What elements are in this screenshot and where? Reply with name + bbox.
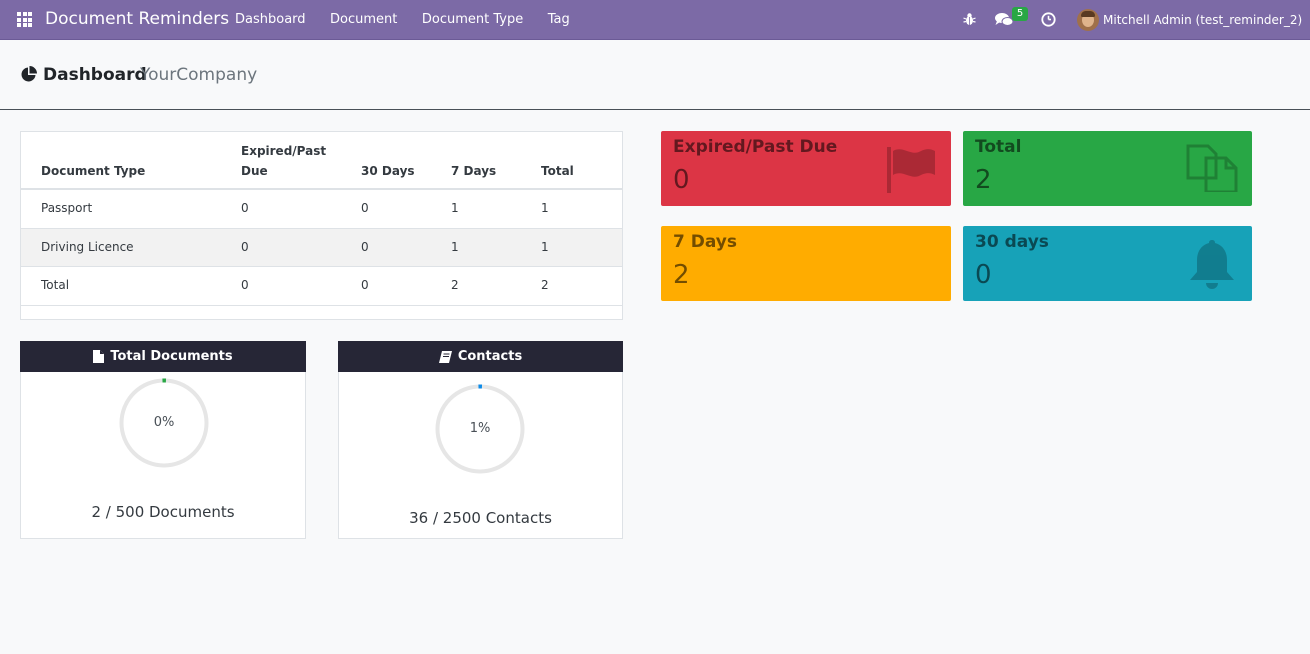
page-title: Dashboard (43, 65, 147, 85)
tile-label: Expired/Past Due (673, 137, 838, 157)
book-icon (438, 350, 452, 363)
card-title: Contacts (457, 349, 523, 364)
documents-count: 2 / 500 Documents (91, 503, 235, 521)
cell-expired: 0 (241, 278, 249, 292)
cell-expired: 0 (241, 239, 249, 254)
menu-item-dashboard[interactable]: Dashboard (235, 12, 306, 27)
top-navbar: Document Reminders Dashboard Document Do… (0, 0, 1310, 40)
table-row[interactable]: Driving Licence 0 0 1 1 (21, 228, 622, 267)
table-row[interactable]: Passport 0 0 1 1 (21, 190, 622, 229)
header-total: Total (541, 164, 574, 178)
cell-30-days: 0 (361, 239, 369, 254)
table-total-row: Total 0 0 2 2 (21, 267, 622, 306)
tile-label: 30 days (975, 232, 1049, 252)
app-brand[interactable]: Document Reminders (45, 9, 229, 29)
company-name: YourCompany (140, 65, 258, 85)
copy-icon (1186, 144, 1238, 192)
header-7-days: 7 Days (451, 164, 497, 178)
tile-value: 2 (975, 165, 992, 195)
seven-days-tile[interactable]: 7 Days 2 (661, 226, 951, 301)
card-title: Total Documents (110, 349, 233, 364)
apps-menu-icon[interactable] (17, 12, 32, 27)
tile-label: 7 Days (673, 232, 738, 252)
cell-document-type: Total (41, 278, 70, 292)
cell-30-days: 0 (361, 278, 369, 292)
documents-percent: 0% (153, 415, 175, 430)
total-tile[interactable]: Total 2 (963, 131, 1252, 206)
chat-icon[interactable] (995, 12, 1013, 27)
header-30-days: 30 Days (361, 164, 415, 178)
bell-icon (1190, 240, 1234, 289)
tile-label: Total (975, 137, 1022, 157)
menu-item-document-type[interactable]: Document Type (422, 12, 523, 27)
menu-item-tag[interactable]: Tag (548, 12, 570, 27)
thirty-days-tile[interactable]: 30 days 0 (963, 226, 1252, 301)
control-panel: Dashboard YourCompany (0, 40, 1310, 110)
contacts-count: 36 / 2500 Contacts (409, 509, 552, 527)
cell-expired: 0 (241, 201, 249, 215)
total-documents-card: Total Documents 0% 2 / 500 Documents (20, 341, 306, 539)
expired-past-due-tile[interactable]: Expired/Past Due 0 (661, 131, 951, 206)
card-header: Contacts (338, 341, 623, 372)
contacts-card: Contacts 1% 36 / 2500 Contacts (338, 341, 623, 539)
cell-7-days: 1 (451, 201, 459, 215)
menu-item-document[interactable]: Document (330, 12, 397, 27)
cell-total: 1 (541, 201, 549, 215)
tile-value: 0 (975, 260, 992, 290)
main-menu: Dashboard Document Document Type Tag (235, 12, 594, 27)
contacts-percent: 1% (469, 421, 491, 436)
pie-chart-icon (21, 66, 37, 82)
tile-value: 2 (673, 260, 690, 290)
header-expired-past-due: Expired/Past Due (241, 144, 327, 178)
tile-value: 0 (673, 165, 690, 195)
user-menu-name[interactable]: Mitchell Admin (test_reminder_2) (1103, 13, 1302, 27)
header-document-type: Document Type (41, 164, 146, 178)
clock-icon[interactable] (1041, 12, 1056, 27)
table-header: Document Type Expired/Past Due 30 Days 7… (21, 132, 622, 190)
flag-icon (887, 147, 935, 193)
cell-document-type: Passport (41, 201, 93, 215)
user-avatar[interactable] (1077, 9, 1099, 31)
document-summary-table: Document Type Expired/Past Due 30 Days 7… (20, 131, 623, 320)
file-icon (93, 350, 105, 363)
cell-total: 2 (541, 278, 549, 292)
cell-document-type: Driving Licence (41, 239, 134, 254)
bug-icon[interactable] (963, 12, 976, 26)
cell-7-days: 2 (451, 278, 459, 292)
cell-30-days: 0 (361, 201, 369, 215)
chat-count-badge: 5 (1012, 7, 1028, 21)
card-header: Total Documents (20, 341, 306, 372)
cell-total: 1 (541, 239, 549, 254)
cell-7-days: 1 (451, 239, 459, 254)
